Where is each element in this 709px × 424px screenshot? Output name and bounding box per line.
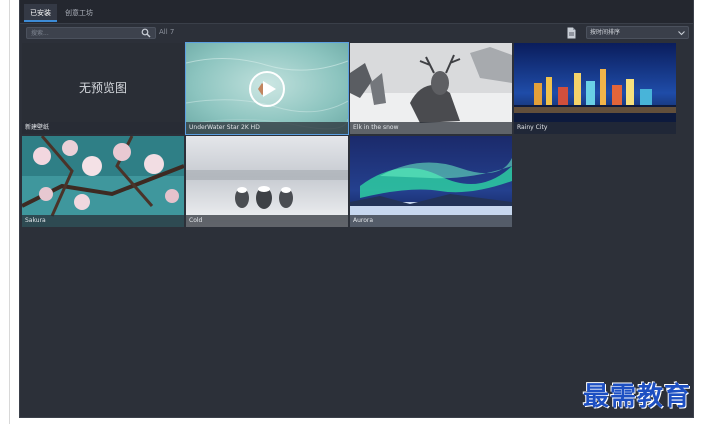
tab-installed[interactable]: 已安装 bbox=[24, 4, 57, 22]
wallpaper-caption: Aurora bbox=[350, 215, 512, 227]
wallpaper-thumbnail bbox=[22, 136, 184, 227]
open-file-icon[interactable] bbox=[567, 27, 576, 39]
wallpaper-thumbnail bbox=[514, 43, 676, 134]
no-preview-label: 无预览图 bbox=[78, 81, 127, 95]
wallpaper-caption: Sakura bbox=[22, 215, 184, 227]
page-divider bbox=[9, 0, 10, 424]
wallpaper-caption: 新建壁纸 bbox=[22, 122, 184, 134]
wallpaper-caption: Rainy City bbox=[514, 122, 676, 134]
wallpaper-tile-rainy-city[interactable]: Rainy City bbox=[514, 43, 676, 134]
sort-dropdown-label: 按时间排序 bbox=[590, 29, 621, 36]
wallpaper-tile-cold[interactable]: Cold bbox=[186, 136, 348, 227]
wallpaper-tile-sakura[interactable]: Sakura bbox=[22, 136, 184, 227]
wallpaper-tile-aurora[interactable]: Aurora bbox=[350, 136, 512, 227]
wallpaper-tile-elk[interactable]: Elk in the snow bbox=[350, 43, 512, 134]
search-icon[interactable] bbox=[141, 28, 151, 38]
wallpaper-count: All 7 bbox=[159, 28, 175, 36]
sort-dropdown[interactable]: 按时间排序 bbox=[586, 26, 689, 39]
watermark-logo: 最需教育 bbox=[583, 382, 692, 412]
wallpaper-thumbnail bbox=[186, 136, 348, 227]
tab-workshop[interactable]: 创意工坊 bbox=[59, 4, 99, 22]
wallpaper-manager-window: 已安装 创意工坊 All 7 按时间排序 无预览图 新建壁纸 bbox=[19, 0, 694, 418]
wallpaper-thumbnail bbox=[350, 43, 512, 134]
wallpaper-tile-new[interactable]: 无预览图 新建壁纸 bbox=[22, 43, 184, 134]
tab-bar: 已安装 创意工坊 bbox=[20, 0, 693, 24]
wallpaper-thumbnail bbox=[350, 136, 512, 227]
wallpaper-caption: Cold bbox=[186, 215, 348, 227]
wallpaper-grid: 无预览图 新建壁纸 UnderWater Star 2K HD Elk in t… bbox=[22, 42, 678, 229]
play-icon[interactable] bbox=[248, 70, 286, 108]
wallpaper-caption: UnderWater Star 2K HD bbox=[186, 122, 348, 134]
wallpaper-tile-underwater-star[interactable]: UnderWater Star 2K HD bbox=[185, 42, 349, 135]
search-input[interactable] bbox=[26, 27, 156, 39]
chevron-down-icon bbox=[678, 31, 685, 36]
toolbar: All 7 按时间排序 bbox=[20, 25, 693, 41]
wallpaper-caption: Elk in the snow bbox=[350, 122, 512, 134]
